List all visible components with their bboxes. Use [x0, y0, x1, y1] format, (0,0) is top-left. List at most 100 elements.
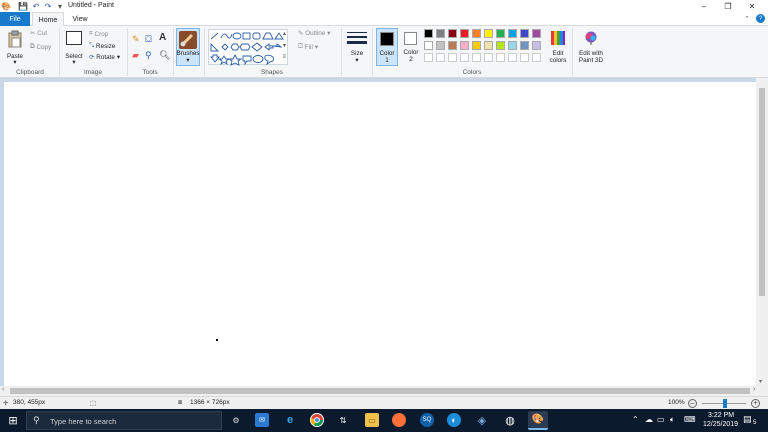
palette-swatch[interactable]: [508, 29, 517, 38]
scroll-right-icon[interactable]: ›: [753, 386, 755, 393]
clock-date[interactable]: 12/25/2019: [703, 421, 738, 428]
palette-swatch[interactable]: [508, 41, 517, 50]
palette-swatch[interactable]: [532, 41, 541, 50]
select-button[interactable]: Select ▾: [63, 29, 85, 67]
palette-swatch[interactable]: [532, 29, 541, 38]
vertical-scrollbar[interactable]: ▾: [756, 78, 768, 386]
custom-color-slot[interactable]: [508, 53, 517, 62]
copy-button[interactable]: ⧉ Copy: [30, 43, 51, 51]
fill-button[interactable]: ⛋ Fill ▾: [298, 43, 318, 51]
chrome-browser-icon[interactable]: [310, 413, 324, 427]
color2-button[interactable]: Color 2: [400, 28, 422, 66]
horizontal-scroll-thumb[interactable]: [10, 388, 750, 394]
zoom-slider-thumb[interactable]: [723, 399, 727, 408]
custom-color-slot[interactable]: [436, 53, 445, 62]
close-button[interactable]: ✕: [740, 0, 764, 12]
maximize-button[interactable]: ❐: [716, 0, 740, 12]
palette-swatch[interactable]: [472, 29, 481, 38]
shapes-gallery[interactable]: ▴ ▾ ≡: [208, 29, 288, 66]
palette-swatch[interactable]: [520, 29, 529, 38]
resize-button[interactable]: ⤡ Resize: [89, 42, 115, 50]
custom-color-slot[interactable]: [448, 53, 457, 62]
settings-gear-icon[interactable]: ⚙: [229, 413, 243, 427]
redo-icon[interactable]: ↷: [43, 1, 53, 11]
shapes-scroll-down-icon[interactable]: ▾: [283, 42, 286, 49]
chat-app-icon[interactable]: ◐: [447, 413, 461, 427]
clock-time[interactable]: 3:22 PM: [708, 412, 734, 419]
tab-file[interactable]: File: [0, 12, 30, 26]
cloud-icon[interactable]: ☁: [645, 415, 653, 424]
palette-swatch[interactable]: [436, 29, 445, 38]
vertical-scroll-thumb[interactable]: [759, 88, 765, 296]
rotate-button[interactable]: ⟳ Rotate ▾: [89, 54, 120, 61]
custom-color-slot[interactable]: [496, 53, 505, 62]
paste-button[interactable]: Paste ▾: [4, 29, 26, 67]
color1-button[interactable]: Color 1: [376, 28, 398, 66]
custom-color-slot[interactable]: [484, 53, 493, 62]
taskbar-search-box[interactable]: ⚲ Type here to search: [26, 411, 222, 430]
brushes-button[interactable]: Brushes ▾: [176, 28, 200, 66]
magnifier-icon[interactable]: 🔍︎: [159, 50, 170, 61]
text-tool-icon[interactable]: A: [159, 32, 170, 43]
network-share-icon[interactable]: ⇅: [336, 413, 350, 427]
outline-button[interactable]: ✎ Outline ▾: [298, 30, 330, 37]
palette-swatch[interactable]: [484, 29, 493, 38]
collapse-ribbon-icon[interactable]: ⌃: [744, 15, 750, 23]
custom-color-slot[interactable]: [460, 53, 469, 62]
volume-icon[interactable]: 🔈︎: [670, 415, 675, 425]
fill-bucket-icon[interactable]: ⛋: [145, 34, 156, 45]
edit-colors-button[interactable]: Edit colors: [547, 29, 569, 67]
palette-swatch[interactable]: [496, 29, 505, 38]
drawing-canvas[interactable]: [4, 82, 756, 386]
network-icon[interactable]: ▭: [657, 415, 665, 424]
windows-start-icon[interactable]: ⊞: [6, 413, 20, 427]
firefox-browser-icon[interactable]: [392, 413, 406, 427]
save-icon[interactable]: 💾: [18, 1, 28, 11]
palette-swatch[interactable]: [448, 29, 457, 38]
color-picker-icon[interactable]: ⚲: [145, 50, 156, 61]
tab-view[interactable]: View: [66, 12, 94, 26]
palette-swatch[interactable]: [484, 41, 493, 50]
tab-home[interactable]: Home: [32, 12, 64, 27]
scroll-down-icon[interactable]: ▾: [759, 378, 762, 385]
edit-with-paint3d-button[interactable]: Edit with Paint 3D: [575, 29, 607, 67]
ribbon: Paste ▾ ✂ Cut ⧉ Copy Clipboard Select ▾ ⌗ C…: [0, 26, 768, 78]
sql-app-icon[interactable]: SQ: [420, 413, 434, 427]
custom-color-slot[interactable]: [532, 53, 541, 62]
quick-access-dropdown-icon[interactable]: ▾: [55, 1, 65, 11]
custom-color-slot[interactable]: [520, 53, 529, 62]
palette-swatch[interactable]: [460, 41, 469, 50]
edge-browser-icon[interactable]: e: [283, 413, 297, 427]
size-button[interactable]: Size ▾: [345, 29, 369, 67]
zoom-in-button[interactable]: +: [751, 399, 760, 408]
palette-swatch[interactable]: [436, 41, 445, 50]
show-hidden-icons-icon[interactable]: ⌃: [632, 415, 639, 424]
keyboard-icon[interactable]: ⌨: [684, 415, 696, 424]
help-icon[interactable]: ?: [756, 14, 765, 23]
minimize-button[interactable]: –: [692, 0, 716, 12]
shapes-scroll-up-icon[interactable]: ▴: [283, 30, 286, 37]
paint-taskbar-icon[interactable]: 🎨: [528, 411, 548, 430]
file-explorer-icon[interactable]: ▭: [365, 413, 379, 427]
scroll-left-icon[interactable]: ‹: [2, 386, 4, 393]
network-app-icon[interactable]: ◈: [475, 413, 489, 427]
palette-swatch[interactable]: [460, 29, 469, 38]
media-app-icon[interactable]: ◍: [503, 413, 517, 427]
pencil-icon[interactable]: ✎: [132, 34, 143, 45]
custom-color-slot[interactable]: [472, 53, 481, 62]
undo-icon[interactable]: ↶: [31, 1, 41, 11]
crop-button[interactable]: ⌗ Crop: [89, 30, 108, 38]
palette-swatch[interactable]: [424, 29, 433, 38]
eraser-icon[interactable]: ▰: [132, 50, 143, 61]
custom-color-slot[interactable]: [424, 53, 433, 62]
cut-button[interactable]: ✂ Cut: [30, 30, 47, 37]
zoom-out-button[interactable]: –: [688, 399, 697, 408]
palette-swatch[interactable]: [424, 41, 433, 50]
palette-swatch[interactable]: [496, 41, 505, 50]
mail-app-icon[interactable]: ✉: [255, 413, 269, 427]
palette-swatch[interactable]: [520, 41, 529, 50]
shapes-more-icon[interactable]: ≡: [282, 54, 286, 60]
horizontal-scrollbar[interactable]: ‹ ›: [0, 386, 768, 396]
palette-swatch[interactable]: [472, 41, 481, 50]
palette-swatch[interactable]: [448, 41, 457, 50]
